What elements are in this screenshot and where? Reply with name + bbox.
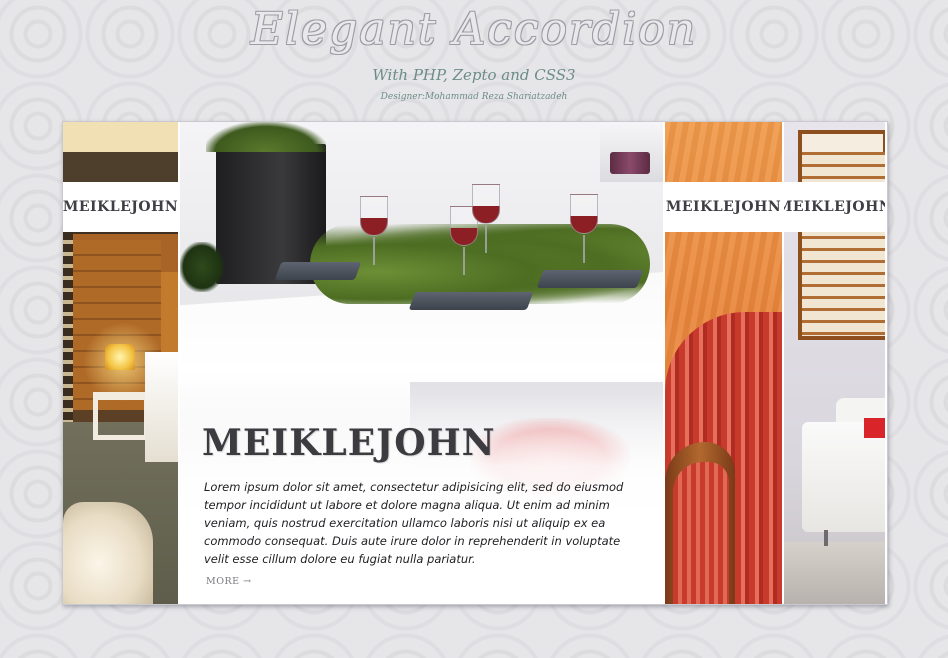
site-title: Elegant Accordion bbox=[250, 4, 698, 55]
lamp-icon bbox=[105, 344, 135, 370]
blinds-image bbox=[802, 152, 885, 336]
accordion-slide-3[interactable]: MEIKLEJOHN bbox=[665, 122, 784, 604]
nightstand-image bbox=[93, 392, 149, 440]
slide-heading: MEIKLEJOHN bbox=[202, 422, 496, 464]
jars-image bbox=[610, 152, 650, 174]
cushion-image bbox=[864, 418, 885, 438]
side-plant-image bbox=[180, 242, 224, 292]
wine-glass-image bbox=[472, 184, 500, 253]
accordion-slide-1[interactable]: MEIKLEJOHN bbox=[63, 122, 180, 604]
plate-image bbox=[274, 262, 362, 280]
slide-label[interactable]: MEIKLEJOHN bbox=[665, 182, 782, 232]
plate-image bbox=[536, 270, 644, 288]
site-subtitle: With PHP, Zepto and CSS3 bbox=[372, 66, 576, 84]
plate-image bbox=[408, 292, 534, 310]
slide-label[interactable]: MEIKLEJOHN bbox=[63, 182, 178, 232]
plant-image bbox=[206, 122, 326, 152]
armchair-seat-image bbox=[673, 462, 729, 604]
accordion-slide-4[interactable]: MEIKLEJOHN bbox=[784, 122, 887, 604]
wine-glass-image bbox=[570, 194, 598, 263]
bed-image bbox=[145, 352, 178, 462]
accordion: MEIKLEJOHN MEIKLEJOHN Lorem ipsum dolor … bbox=[62, 121, 888, 605]
designer-credit: Designer:Mohammad Reza Shariatzadeh bbox=[380, 92, 568, 102]
wallpaper-image bbox=[63, 232, 73, 432]
slide-label[interactable]: MEIKLEJOHN bbox=[784, 182, 885, 232]
sofa-image bbox=[802, 422, 885, 532]
floor-image bbox=[784, 542, 885, 604]
slide-description: Lorem ipsum dolor sit amet, consectetur … bbox=[204, 480, 624, 566]
sofa-leg-image bbox=[824, 530, 828, 546]
towels-image bbox=[63, 502, 153, 604]
more-link[interactable]: MORE → bbox=[206, 576, 252, 587]
accordion-slide-2[interactable]: MEIKLEJOHN Lorem ipsum dolor sit amet, c… bbox=[180, 122, 665, 604]
page-header: Elegant Accordion With PHP, Zepto and CS… bbox=[0, 0, 948, 118]
wine-glass-image bbox=[360, 196, 388, 265]
